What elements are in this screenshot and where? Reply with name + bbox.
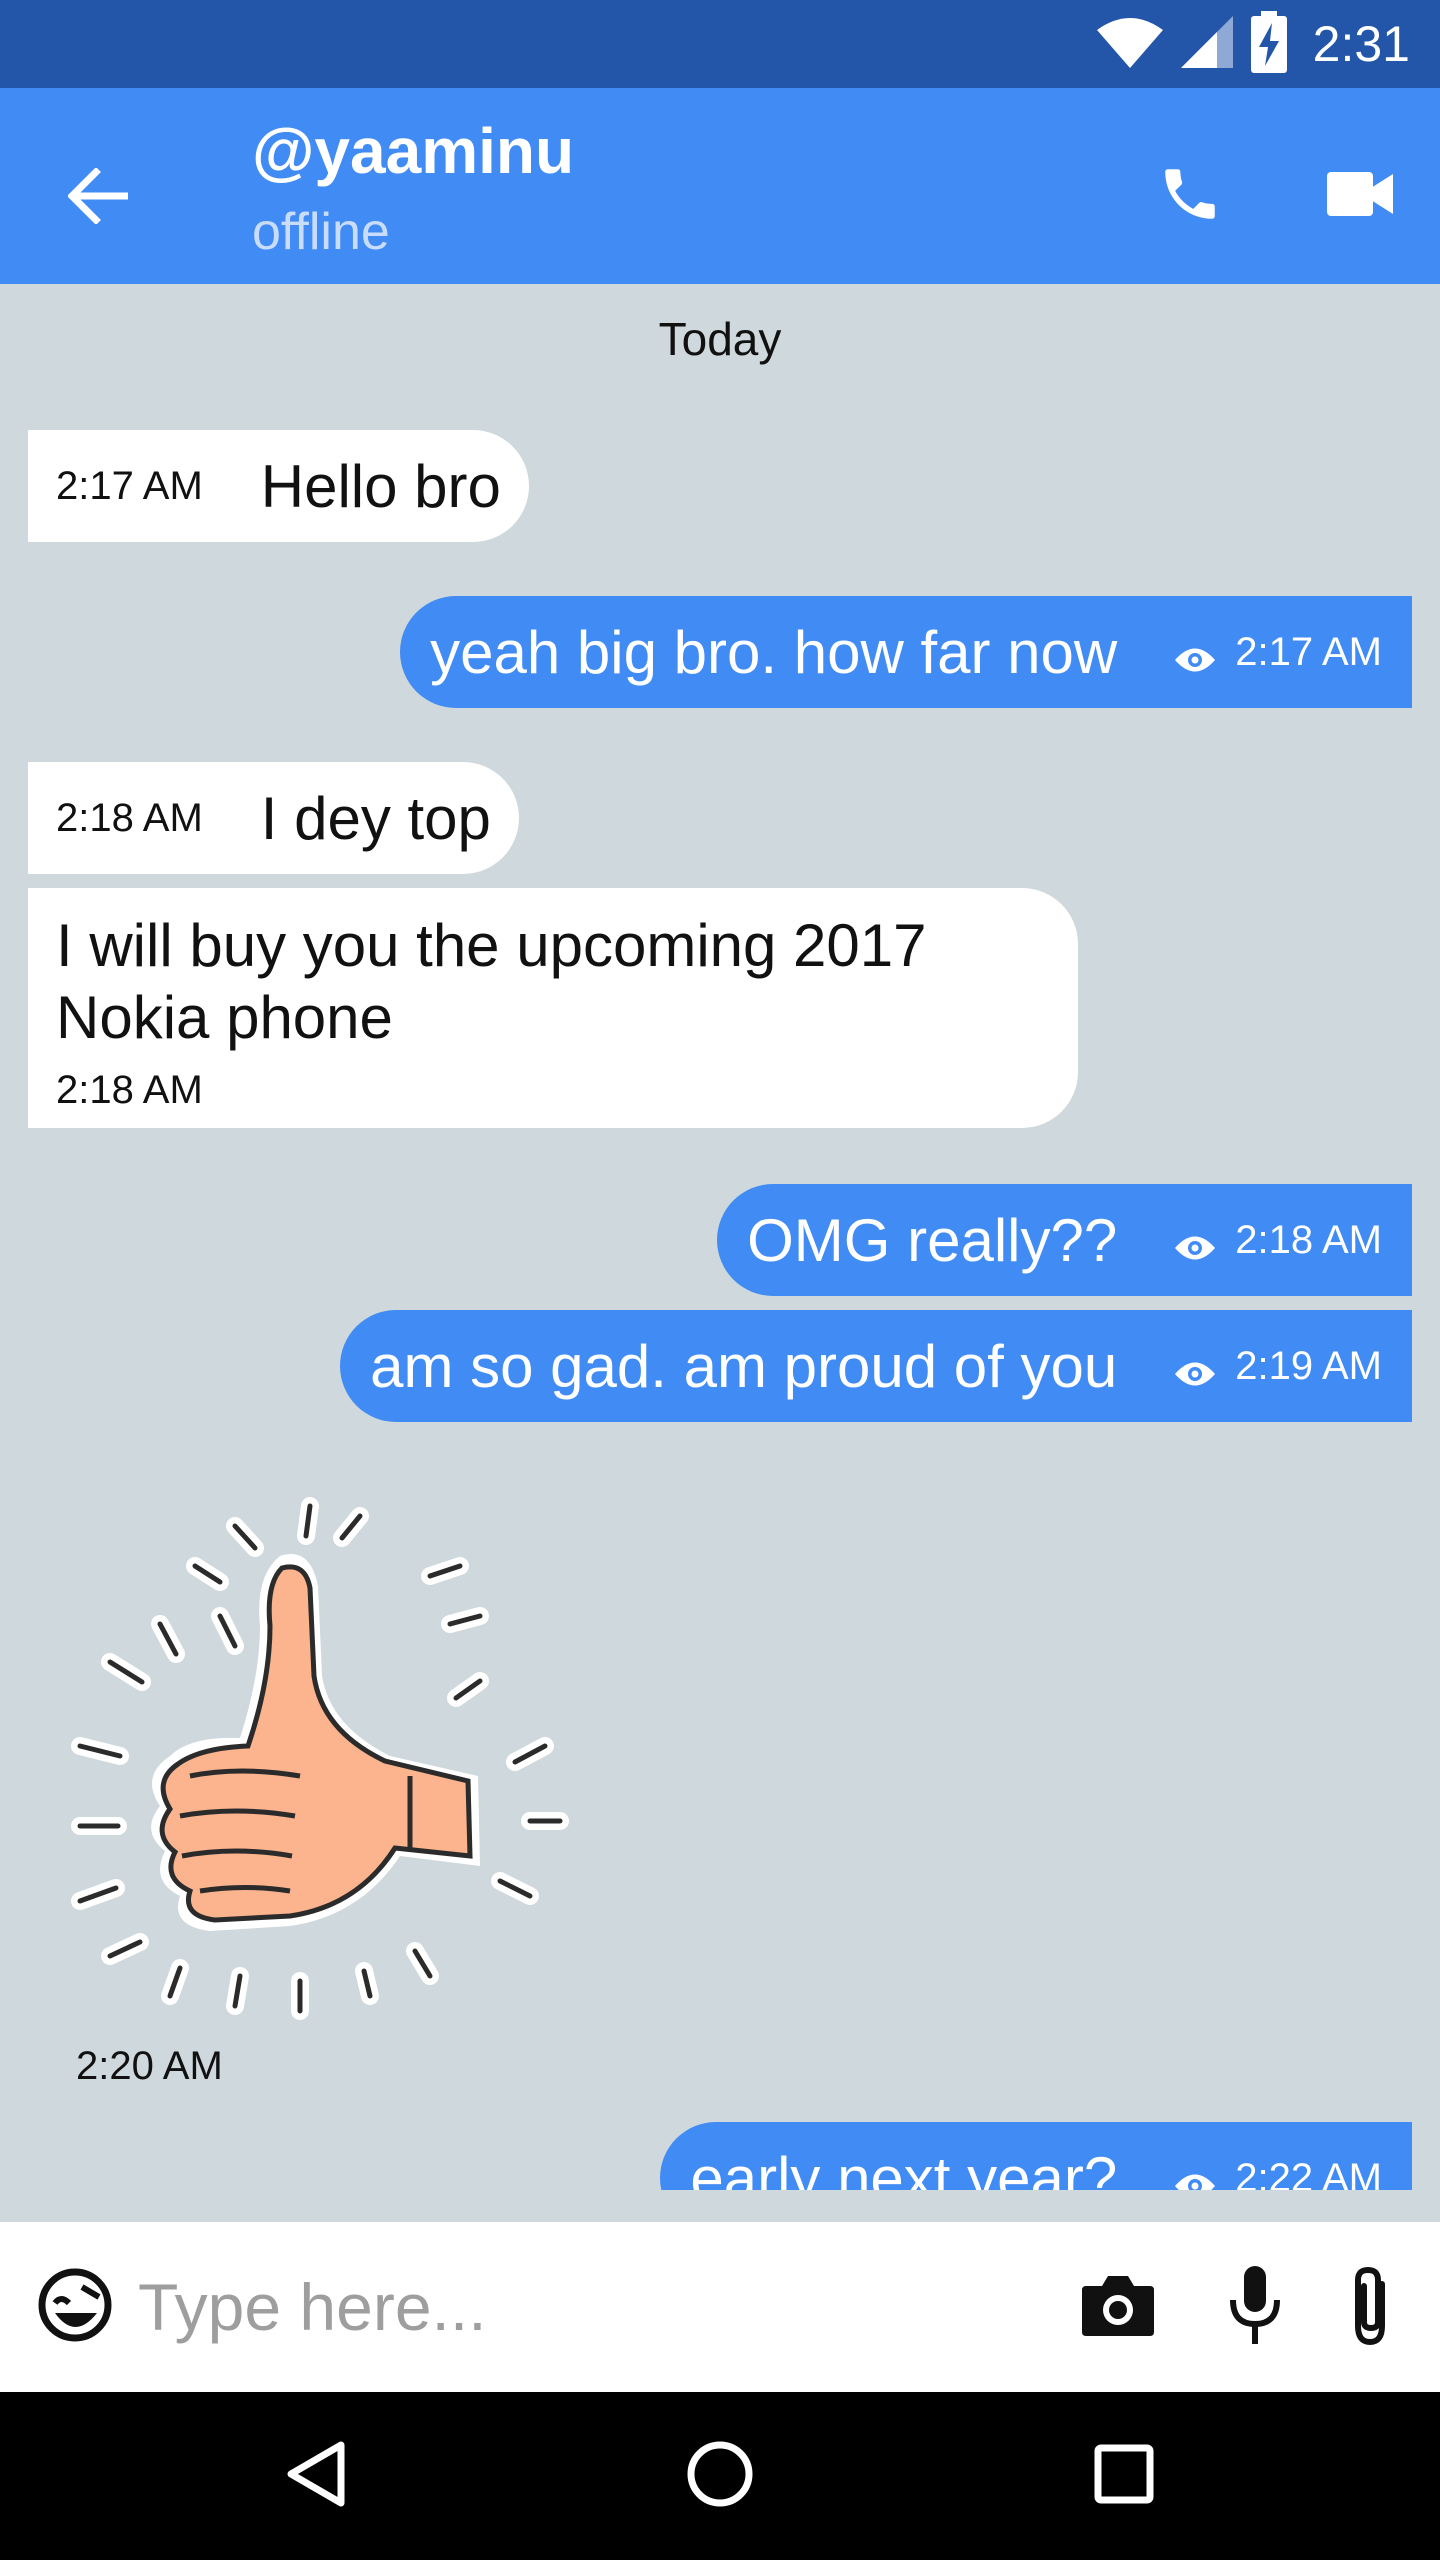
status-bar: 2:31 [0,0,1440,88]
message-text: I will buy you the upcoming 2017 Nokia p… [56,912,927,1051]
message-input[interactable] [138,2252,1038,2362]
message-composer [0,2222,1440,2392]
voice-record-button[interactable] [1210,2260,1300,2356]
message-text: early next year? [690,2144,1118,2191]
message-text: Hello bro [260,452,501,520]
message-time: 2:22 AM [1235,2155,1382,2191]
contact-name[interactable]: @yaaminu [252,114,574,188]
status-icons: 2:31 [1096,10,1410,78]
eye-icon [1175,1332,1216,1401]
message-meta: 2:18 AM [1175,1206,1382,1275]
nav-back-icon [283,2439,349,2514]
contact-status: offline [252,203,390,261]
message-text: OMG really?? [747,1206,1118,1274]
message-meta: 2:17 AM [1175,618,1382,687]
signal-icon [1180,15,1233,73]
video-camera-icon [1327,170,1393,223]
message-time: 2:17 AM [1235,629,1382,674]
nav-recents-button[interactable] [1074,2426,1174,2526]
eye-icon [1175,2144,1216,2190]
message-text: yeah big bro. how far now [430,618,1118,686]
battery-charging-icon [1250,10,1287,78]
voice-call-button[interactable] [1140,146,1240,246]
chat-header: @yaaminu offline [0,88,1440,284]
wifi-icon [1096,16,1163,73]
microphone-icon [1227,2265,1283,2351]
message-time: 2:20 AM [76,2044,223,2088]
phone-icon [1157,161,1223,232]
message-time: 2:17 AM [56,463,203,508]
nav-home-icon [685,2439,755,2514]
paperclip-icon [1348,2264,1394,2353]
message-meta: 2:19 AM [1175,1332,1382,1401]
message-meta: 2:22 AM [1175,2144,1382,2191]
eye-icon [1175,618,1216,687]
date-separator: Today [658,313,782,365]
message-outgoing[interactable]: am so gad. am proud of you 2:19 AM [340,1310,1412,1422]
video-call-button[interactable] [1310,146,1410,246]
message-outgoing[interactable]: yeah big bro. how far now 2:17 AM [400,596,1412,708]
emoji-button[interactable] [30,2262,120,2352]
message-incoming[interactable]: 2:17 AM Hello bro [28,430,529,542]
system-navigation-bar [0,2392,1440,2560]
status-time: 2:31 [1312,16,1410,72]
back-button[interactable] [50,150,146,246]
message-incoming[interactable]: I will buy you the upcoming 2017 Nokia p… [28,888,1078,1128]
arrow-left-icon [67,166,130,229]
emoji-icon [37,2267,113,2348]
thumbs-up-sticker[interactable] [60,1476,620,2036]
message-time: 2:18 AM [56,795,203,840]
message-list[interactable]: Today 2:17 AM Hello bro yeah big bro. ho… [0,284,1440,2190]
nav-home-button[interactable] [670,2426,770,2526]
nav-recents-icon [1093,2443,1155,2510]
nav-back-button[interactable] [266,2426,366,2526]
camera-icon [1082,2274,1154,2341]
attach-button[interactable] [1326,2256,1416,2360]
eye-icon [1175,1206,1216,1275]
message-incoming[interactable]: 2:18 AM I dey top [28,762,519,874]
message-outgoing[interactable]: OMG really?? 2:18 AM [717,1184,1412,1296]
message-text: I dey top [260,784,491,852]
message-time: 2:18 AM [1235,1217,1382,1262]
message-text: am so gad. am proud of you [370,1332,1118,1400]
message-outgoing[interactable]: early next year? 2:22 AM [660,2122,1412,2190]
message-time: 2:19 AM [1235,1343,1382,1388]
camera-button[interactable] [1070,2262,1166,2352]
message-time: 2:18 AM [56,1068,203,1112]
